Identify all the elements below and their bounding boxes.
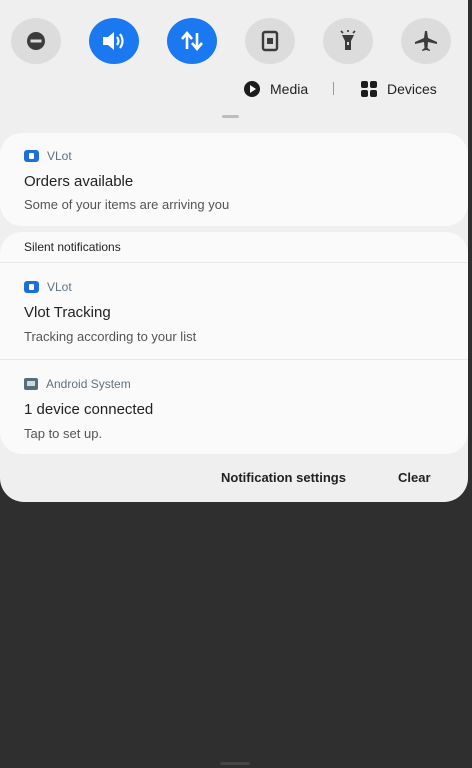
airplane-icon bbox=[415, 31, 437, 51]
play-circle-icon bbox=[244, 81, 260, 97]
media-label: Media bbox=[270, 81, 309, 97]
notification-body: Tap to set up. bbox=[24, 426, 103, 441]
notification-body: Tracking according to your list bbox=[24, 329, 197, 344]
notification-title: Orders available bbox=[24, 173, 134, 190]
divider bbox=[333, 82, 334, 95]
quick-setting-screen-off[interactable] bbox=[245, 18, 295, 64]
notification-card[interactable]: VLot Orders available Some of your items… bbox=[0, 133, 468, 226]
media-button[interactable]: Media bbox=[243, 78, 308, 100]
drag-handle[interactable] bbox=[222, 115, 239, 118]
app-name: VLot bbox=[47, 149, 72, 163]
notification-title: 1 device connected bbox=[24, 401, 154, 418]
vlot-app-icon bbox=[24, 281, 39, 293]
data-arrows-icon bbox=[181, 30, 203, 52]
vlot-app-icon bbox=[24, 150, 39, 162]
android-system-icon bbox=[24, 378, 38, 390]
quick-setting-do-not-disturb[interactable] bbox=[11, 18, 61, 64]
silent-notification-item[interactable]: Android System 1 device connected Tap to… bbox=[0, 360, 468, 454]
notification-shade: Media Devices VLot Orders available Some… bbox=[0, 0, 468, 502]
flashlight-icon bbox=[340, 30, 356, 50]
notification-header: Android System bbox=[24, 377, 131, 391]
silent-notifications-card: Silent notifications VLot Vlot Tracking … bbox=[0, 232, 468, 454]
notification-header: VLot bbox=[24, 280, 72, 294]
notification-actions: Notification settings Clear bbox=[0, 470, 468, 490]
quick-setting-mobile-data[interactable] bbox=[167, 18, 217, 64]
quick-setting-flashlight[interactable] bbox=[323, 18, 373, 64]
silent-notifications-label: Silent notifications bbox=[24, 240, 121, 254]
speaker-icon bbox=[103, 32, 124, 50]
devices-label: Devices bbox=[387, 81, 437, 97]
silent-notification-item[interactable]: VLot Vlot Tracking Tracking according to… bbox=[0, 263, 468, 359]
bottom-indicator bbox=[220, 762, 250, 765]
quick-settings-row bbox=[0, 18, 468, 66]
devices-grid-icon bbox=[361, 81, 377, 97]
devices-button[interactable]: Devices bbox=[360, 78, 437, 100]
quick-setting-airplane-mode[interactable] bbox=[401, 18, 451, 64]
quick-setting-sound[interactable] bbox=[89, 18, 139, 64]
app-name: Android System bbox=[46, 377, 131, 391]
notification-title: Vlot Tracking bbox=[24, 304, 111, 321]
minus-circle-icon bbox=[27, 32, 45, 50]
notification-body: Some of your items are arriving you bbox=[24, 197, 230, 212]
clear-button[interactable]: Clear bbox=[398, 470, 431, 485]
phone-icon bbox=[261, 30, 279, 52]
media-devices-row: Media Devices bbox=[0, 78, 468, 100]
notification-header: VLot bbox=[24, 149, 72, 163]
notification-settings-button[interactable]: Notification settings bbox=[221, 470, 346, 485]
app-name: VLot bbox=[47, 280, 72, 294]
